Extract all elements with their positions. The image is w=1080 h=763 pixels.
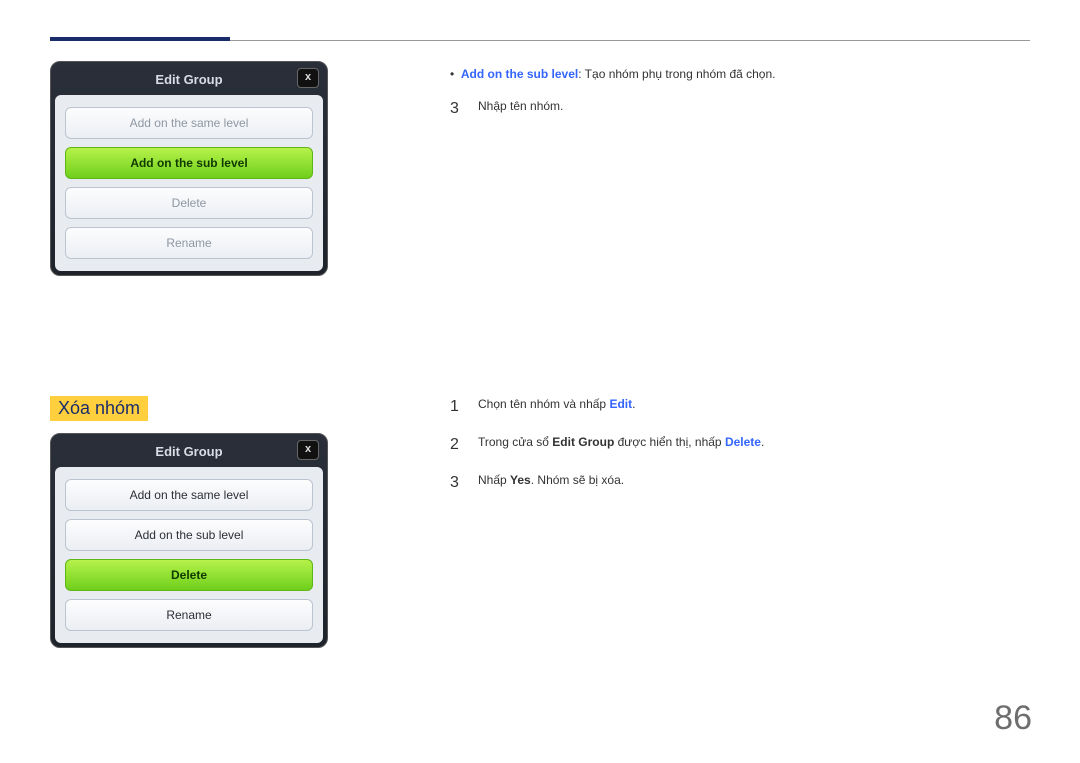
step-enter-group-name: 3 Nhập tên nhóm. xyxy=(450,97,1030,121)
close-icon[interactable]: x xyxy=(297,440,319,460)
option-add-same-level[interactable]: Add on the same level xyxy=(65,479,313,511)
option-delete[interactable]: Delete xyxy=(65,187,313,219)
keyword-yes: Yes xyxy=(510,473,531,487)
step-1: 1 Chọn tên nhóm và nhấp Edit. xyxy=(450,395,1030,419)
option-delete[interactable]: Delete xyxy=(65,559,313,591)
option-rename[interactable]: Rename xyxy=(65,599,313,631)
keyword-edit-group: Edit Group xyxy=(552,435,614,449)
page-number: 86 xyxy=(994,699,1032,738)
edit-group-dialog-1: Edit Group x Add on the same level Add o… xyxy=(50,61,328,276)
keyword-add-sub-level: Add on the sub level xyxy=(461,67,578,81)
close-icon[interactable]: x xyxy=(297,68,319,88)
header-rule xyxy=(50,37,230,41)
bullet-add-sub-level: • Add on the sub level: Tạo nhóm phụ tro… xyxy=(450,65,1030,83)
dialog-title: Edit Group xyxy=(155,72,222,87)
option-add-sub-level[interactable]: Add on the sub level xyxy=(65,519,313,551)
option-rename[interactable]: Rename xyxy=(65,227,313,259)
dialog-title: Edit Group xyxy=(155,444,222,459)
keyword-edit: Edit xyxy=(609,397,632,411)
step-2: 2 Trong cửa sổ Edit Group được hiển thị,… xyxy=(450,433,1030,457)
section-heading-delete-group: Xóa nhóm xyxy=(50,396,148,421)
option-add-same-level[interactable]: Add on the same level xyxy=(65,107,313,139)
edit-group-dialog-2: Edit Group x Add on the same level Add o… xyxy=(50,433,328,648)
option-add-sub-level[interactable]: Add on the sub level xyxy=(65,147,313,179)
step-3: 3 Nhấp Yes. Nhóm sẽ bị xóa. xyxy=(450,471,1030,495)
keyword-delete: Delete xyxy=(725,435,761,449)
